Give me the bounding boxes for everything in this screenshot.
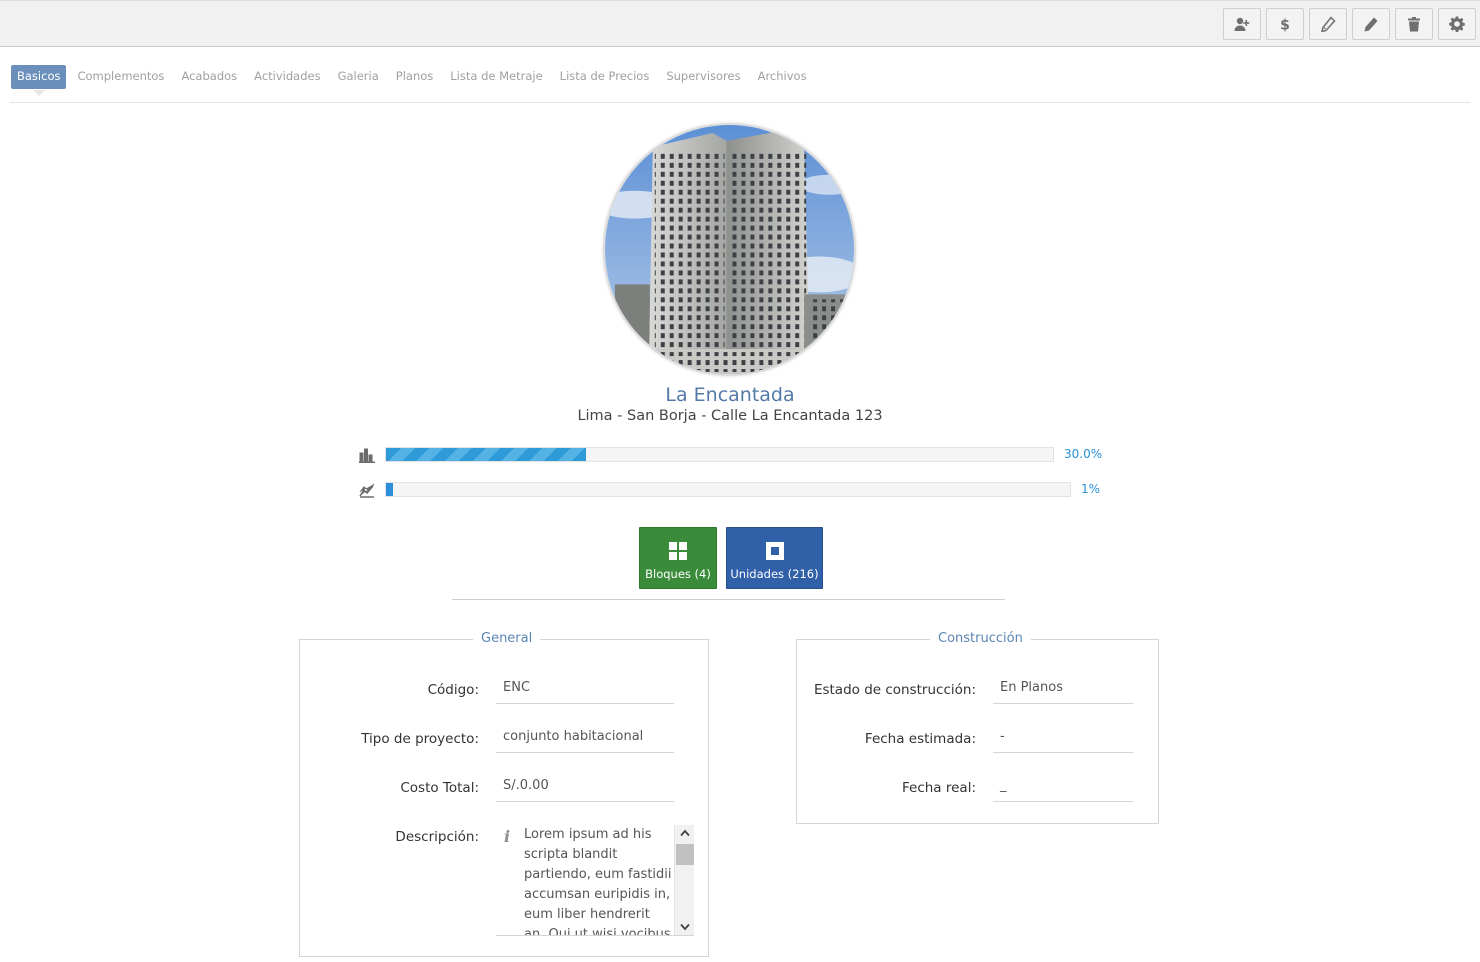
unit-square-icon bbox=[765, 542, 784, 560]
top-toolbar: $ bbox=[0, 0, 1480, 47]
construction-progress-bar bbox=[385, 482, 1071, 497]
svg-text:$: $ bbox=[1280, 18, 1290, 33]
tab-lista-de-metraje[interactable]: Lista de Metraje bbox=[444, 65, 548, 89]
gear-icon bbox=[1449, 16, 1465, 32]
construction-legend: Construcción bbox=[930, 631, 1031, 646]
scroll-up-arrow-icon[interactable] bbox=[675, 825, 694, 841]
tabs-divider bbox=[10, 102, 1470, 103]
trend-chart-icon bbox=[359, 482, 375, 498]
tab-lista-de-precios[interactable]: Lista de Precios bbox=[554, 65, 656, 89]
tab-actividades[interactable]: Actividades bbox=[248, 65, 326, 89]
section-divider bbox=[452, 599, 1005, 600]
project-type-field[interactable]: conjunto habitacional bbox=[496, 725, 674, 753]
tab-basicos[interactable]: Basicos bbox=[11, 65, 67, 96]
real-date-field[interactable]: _ bbox=[993, 774, 1133, 802]
tab-archivos[interactable]: Archivos bbox=[752, 65, 813, 89]
add-user-button[interactable] bbox=[1223, 8, 1261, 40]
construction-status-label: Estado de construcción: bbox=[813, 682, 976, 698]
tab-bar: Basicos Complementos Acabados Actividade… bbox=[11, 65, 818, 96]
info-icon: i bbox=[504, 827, 511, 846]
delete-button[interactable] bbox=[1395, 8, 1433, 40]
units-button-label: Unidades (216) bbox=[730, 567, 819, 581]
bar-chart-icon bbox=[358, 447, 376, 464]
description-label: Descripción: bbox=[395, 829, 479, 845]
price-button[interactable]: $ bbox=[1266, 8, 1304, 40]
edit-pencil-button[interactable] bbox=[1309, 8, 1347, 40]
blocks-button-label: Bloques (4) bbox=[645, 567, 711, 581]
real-date-label: Fecha real: bbox=[901, 780, 976, 796]
tab-complementos[interactable]: Complementos bbox=[71, 65, 170, 89]
project-photo bbox=[603, 123, 856, 376]
construction-status-field[interactable]: En Planos bbox=[993, 676, 1133, 704]
estimated-date-label: Fecha estimada: bbox=[864, 731, 976, 747]
project-name: La Encantada bbox=[665, 384, 795, 406]
project-address: Lima - San Borja - Calle La Encantada 12… bbox=[577, 408, 883, 424]
description-scrollbar[interactable] bbox=[674, 825, 694, 935]
total-cost-label: Costo Total: bbox=[400, 780, 479, 796]
tab-acabados[interactable]: Acabados bbox=[175, 65, 243, 89]
code-label: Código: bbox=[427, 682, 479, 698]
tab-galeria[interactable]: Galeria bbox=[332, 65, 385, 89]
construction-progress-fill bbox=[386, 483, 393, 496]
dollar-icon: $ bbox=[1280, 18, 1290, 33]
tab-supervisores[interactable]: Supervisores bbox=[660, 65, 746, 89]
grid-icon bbox=[669, 542, 687, 560]
description-text: Lorem ipsum ad his scripta blandit parti… bbox=[524, 827, 672, 936]
project-type-label: Tipo de proyecto: bbox=[361, 731, 479, 747]
trash-icon bbox=[1408, 17, 1420, 32]
edit-button[interactable] bbox=[1352, 8, 1390, 40]
estimated-date-field[interactable]: - bbox=[993, 725, 1133, 753]
units-button[interactable]: Unidades (216) bbox=[726, 527, 823, 589]
settings-button[interactable] bbox=[1438, 8, 1476, 40]
sales-progress-fill bbox=[386, 448, 587, 461]
sales-progress-text: 30.0% bbox=[1064, 447, 1103, 461]
scroll-thumb[interactable] bbox=[676, 844, 694, 865]
general-legend: General bbox=[473, 631, 541, 646]
tab-planos[interactable]: Planos bbox=[390, 65, 440, 89]
add-user-icon bbox=[1234, 17, 1250, 31]
pencil-icon bbox=[1321, 16, 1336, 32]
description-textarea[interactable]: i Lorem ipsum ad his scripta blandit par… bbox=[496, 825, 694, 936]
blocks-button[interactable]: Bloques (4) bbox=[639, 527, 717, 589]
total-cost-field[interactable]: S/.0.00 bbox=[496, 774, 674, 802]
sales-progress-bar bbox=[385, 447, 1054, 462]
scroll-down-arrow-icon[interactable] bbox=[675, 919, 694, 935]
code-field[interactable]: ENC bbox=[496, 676, 674, 704]
edit-icon bbox=[1364, 17, 1378, 32]
construction-progress-text: 1% bbox=[1081, 482, 1101, 496]
